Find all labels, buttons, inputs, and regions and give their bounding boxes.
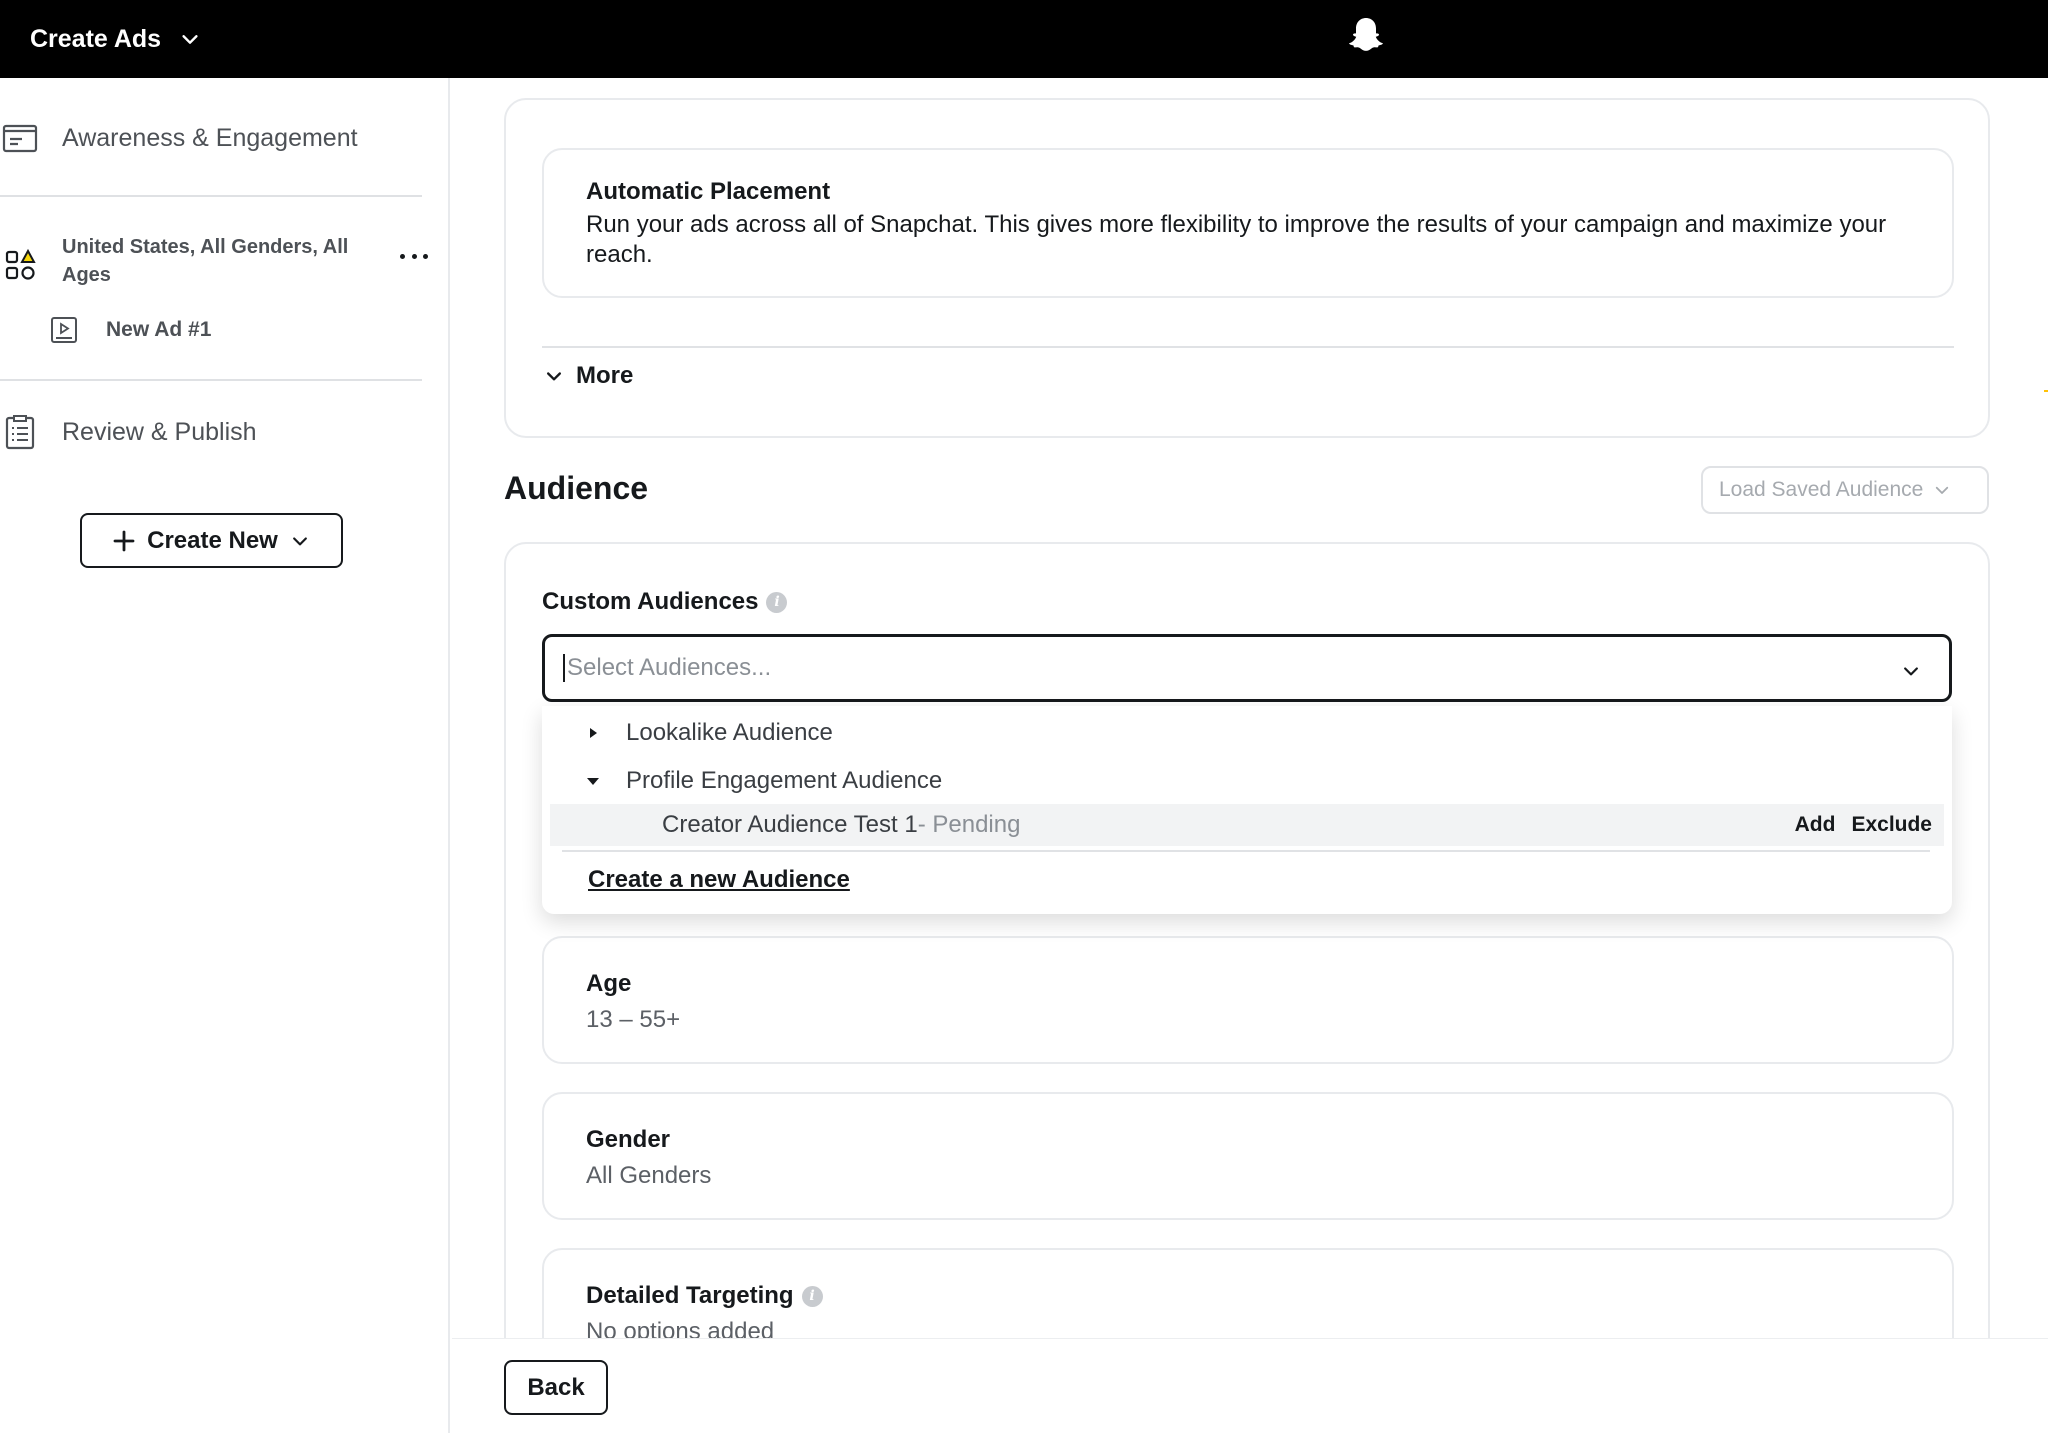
load-saved-audience-button[interactable]: Load Saved Audience	[1701, 466, 1989, 514]
gender-title: Gender	[586, 1126, 671, 1153]
dropdown-group-label: Lookalike Audience	[626, 719, 833, 746]
audience-item-title: Creator Audience Test 1	[662, 811, 918, 838]
card-divider	[542, 346, 1954, 348]
gender-value: All Genders	[586, 1162, 712, 1189]
audience-dropdown-menu: Lookalike Audience Profile Engagement Au…	[542, 706, 1952, 914]
gender-field[interactable]: Gender All Genders	[542, 1092, 1954, 1220]
dropdown-group-label: Profile Engagement Audience	[626, 767, 943, 794]
clipboard-icon	[0, 412, 40, 452]
select-audiences-input[interactable]: Select Audiences...	[542, 634, 1952, 702]
detailed-targeting-title-row: Detailed Targeting i	[586, 1282, 1910, 1310]
folder-icon	[0, 118, 40, 158]
plus-icon	[113, 530, 135, 551]
detailed-targeting-field[interactable]: Detailed Targeting i No options added	[542, 1248, 1954, 1338]
chevron-down-icon	[292, 536, 307, 545]
audience-heading: Audience	[504, 470, 649, 506]
sidebar: Awareness & Engagement United States, Al…	[0, 78, 450, 1433]
dropdown-audience-item[interactable]: Creator Audience Test 1- Pending Add Exc…	[550, 804, 1944, 846]
chevron-down-icon	[1936, 486, 1949, 494]
placement-card: Automatic Placement Run your ads across …	[504, 98, 1990, 438]
footer-bar: Back	[452, 1338, 2048, 1433]
info-icon[interactable]: i	[766, 591, 788, 613]
sidebar-item-label: New Ad #1	[106, 318, 212, 341]
automatic-placement-option[interactable]: Automatic Placement Run your ads across …	[542, 148, 1954, 298]
audience-card: Custom Audiences i Select Audiences... A…	[504, 542, 1990, 1338]
dropdown-group-profile-engagement[interactable]: Profile Engagement Audience	[542, 760, 1952, 802]
back-button[interactable]: Back	[504, 1360, 608, 1415]
create-new-audience-link[interactable]: Create a new Audience	[588, 866, 850, 894]
sidebar-item-label: Awareness & Engagement	[62, 123, 358, 152]
detailed-targeting-title: Detailed Targeting	[586, 1282, 794, 1309]
app-switch-label: Create Ads	[30, 24, 162, 53]
more-dots-icon[interactable]	[400, 246, 428, 266]
automatic-placement-title: Automatic Placement	[586, 178, 831, 205]
exclude-audience-button[interactable]: Exclude	[1851, 813, 1932, 837]
load-saved-label: Load Saved Audience	[1719, 478, 1924, 501]
sidebar-item-ad[interactable]: New Ad #1	[48, 314, 211, 346]
sidebar-item-label: United States, All Genders, All Ages	[62, 236, 349, 286]
age-value: 13 – 55+	[586, 1006, 681, 1033]
age-title: Age	[586, 970, 632, 997]
select-audiences-placeholder: Select Audiences...	[563, 654, 771, 682]
more-label: More	[576, 362, 634, 389]
shapes-icon	[0, 245, 40, 285]
audience-item-actions: Add Exclude	[1795, 813, 1932, 837]
audience-item-status: - Pending	[917, 811, 1021, 838]
add-audience-button[interactable]: Add	[1795, 813, 1836, 837]
create-new-label: Create New	[147, 526, 278, 554]
custom-audiences-text: Custom Audiences	[542, 588, 759, 615]
create-ads-menu[interactable]: Create Ads	[30, 25, 201, 54]
sidebar-item-campaign[interactable]: Awareness & Engagement	[0, 118, 358, 158]
ad-video-icon	[48, 314, 80, 346]
sidebar-item-label: Review & Publish	[62, 417, 257, 446]
automatic-placement-description: Run your ads across all of Snapchat. Thi…	[586, 211, 1887, 268]
custom-audiences-label: Custom Audiences i	[542, 588, 788, 616]
top-bar: Create Ads	[0, 0, 2048, 78]
create-new-button[interactable]: Create New	[80, 513, 343, 568]
chevron-down-icon	[547, 372, 561, 381]
more-toggle[interactable]: More	[544, 362, 633, 390]
sidebar-divider	[0, 379, 422, 381]
caret-right-icon	[586, 726, 600, 740]
snapchat-ghost-icon[interactable]	[1346, 16, 1386, 54]
caret-down-icon	[586, 774, 600, 788]
sidebar-item-review[interactable]: Review & Publish	[0, 412, 257, 452]
dropdown-group-lookalike[interactable]: Lookalike Audience	[542, 712, 1952, 754]
sidebar-divider	[0, 195, 422, 197]
audience-item-name: Creator Audience Test 1- Pending	[662, 811, 1020, 839]
age-field[interactable]: Age 13 – 55+	[542, 936, 1954, 1064]
chevron-down-icon[interactable]	[1901, 661, 1921, 681]
detailed-targeting-value: No options added	[586, 1318, 775, 1338]
chevron-down-icon	[182, 35, 198, 44]
dropdown-divider	[562, 850, 1930, 852]
info-icon[interactable]: i	[801, 1285, 823, 1307]
scroll-edge-indicator	[2044, 390, 2048, 392]
sidebar-item-adset[interactable]: United States, All Genders, All Ages	[0, 233, 392, 289]
